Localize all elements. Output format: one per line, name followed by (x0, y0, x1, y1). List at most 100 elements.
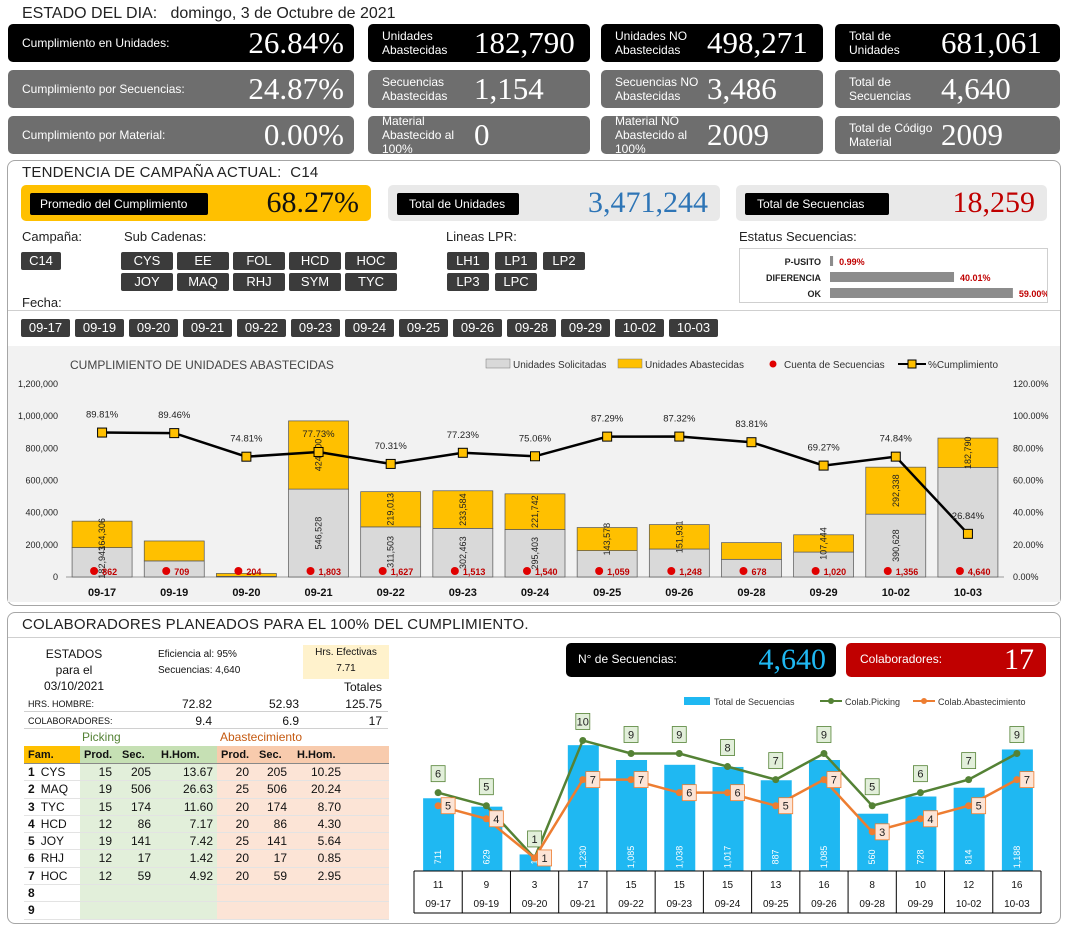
slicer-fecha[interactable]: 10-03 (669, 319, 718, 337)
pct-label: 26.84% (952, 511, 985, 522)
kpi-label: Material NO Abastecido al 100% (615, 114, 688, 156)
slicer-fecha[interactable]: 09-21 (183, 319, 232, 337)
table-row: 9 (24, 902, 389, 920)
fam-name: JOY (40, 834, 65, 849)
seq-label: 709 (174, 567, 189, 577)
pct-marker (962, 528, 973, 539)
slicer-subcadena[interactable]: FOL (233, 252, 285, 270)
slicer-fecha[interactable]: 09-25 (399, 319, 448, 337)
bar-label: 546,528 (314, 517, 324, 550)
colab-label: 5 (483, 782, 489, 794)
fam-num: 1 (28, 765, 35, 779)
table-row: 3 TYC 15 174 11.60 20 174 8.70 (24, 798, 389, 816)
slicer-linea[interactable]: LP2 (543, 252, 585, 270)
seq-dot (162, 567, 171, 575)
slicer-fecha[interactable]: 09-17 (21, 319, 70, 337)
slicer-linea[interactable]: LP1 (495, 252, 537, 270)
summary-label: HRS. HOMBRE: (28, 699, 95, 709)
slicer-subcadena[interactable]: HOC (345, 252, 397, 270)
seq-label: 1,059 (607, 567, 630, 577)
slicer-subcadena[interactable]: TYC (345, 273, 397, 291)
x-tick: 10-03 (1004, 899, 1030, 910)
slicer-linea[interactable]: LH1 (447, 252, 489, 270)
slicer-fecha[interactable]: 09-20 (129, 319, 178, 337)
hrs-value: 7.71 (336, 663, 356, 674)
nseq-label: N° de Secuencias: (578, 652, 677, 666)
pct-label: 77.73% (302, 429, 335, 440)
slicer-subcadena[interactable]: CYS (121, 252, 173, 270)
table-cell (80, 885, 118, 903)
table-header-cell: Fam. (24, 746, 80, 764)
slicer-campana[interactable]: C14 (21, 252, 61, 270)
legend-label: Colab.Picking (845, 697, 900, 707)
pct-marker (890, 451, 901, 462)
slicer-subcadena[interactable]: MAQ (177, 273, 229, 291)
table-header-cell: H.Hom. (157, 746, 217, 764)
slicer-fecha[interactable]: 09-29 (561, 319, 610, 337)
colab-marker (1013, 776, 1021, 784)
slicer-fecha[interactable]: 09-19 (75, 319, 124, 337)
pct-label: 77.23% (447, 430, 480, 441)
fam-num: 6 (28, 851, 35, 866)
fam-cell: 1 CYS (24, 764, 80, 782)
y2-tick: 60.00% (1013, 476, 1044, 486)
colab-label: 5 (783, 801, 789, 813)
eficiencia-value: 95% (216, 649, 237, 660)
trend-title: TENDENCIA DE CAMPAÑA ACTUAL: C14 (22, 164, 318, 181)
fam-name: HOC (40, 868, 68, 883)
colab-label: 6 (734, 788, 740, 800)
colab-marker (482, 815, 490, 823)
fam-num: 9 (28, 903, 35, 918)
units-label: Total de Unidades (397, 193, 519, 215)
y2-tick: 80.00% (1013, 443, 1044, 453)
slicer-fecha[interactable]: 09-23 (291, 319, 340, 337)
campana-label: Campaña: (22, 229, 82, 244)
slicer-fecha[interactable]: 10-02 (615, 319, 664, 337)
colab-marker (579, 736, 587, 744)
legend-label: Cuenta de Secuencias (784, 360, 885, 371)
colab-marker (579, 776, 587, 784)
table-cell: 20 (217, 764, 255, 782)
table-cell: 20 (217, 798, 255, 816)
slicer-fecha[interactable]: 09-24 (345, 319, 394, 337)
slicer-fecha[interactable]: 09-28 (507, 319, 556, 337)
kpi-card: Total de Unidades 681,061 (835, 24, 1060, 62)
kpi-card: Unidades NO Abastecidas 498,271 (601, 24, 823, 62)
table-cell: 506 (118, 781, 157, 799)
kpi-card: Cumplimiento por Material: 0.00% (8, 116, 354, 154)
legend-marker (907, 359, 917, 369)
pct-label: 89.81% (86, 410, 119, 421)
fam-num: 4 (28, 816, 35, 831)
slicer-linea[interactable]: LP3 (447, 273, 489, 291)
pct-marker (746, 437, 757, 448)
slicer-subcadena[interactable]: EE (177, 252, 229, 270)
table-cell: 12 (80, 867, 118, 886)
slicer-linea[interactable]: LPC (495, 273, 537, 291)
slicer-subcadena[interactable]: HCD (289, 252, 341, 270)
slicer-subcadena[interactable]: RHJ (233, 273, 285, 291)
secuencias-value: 4,640 (215, 665, 241, 676)
bar-label: 233,584 (458, 493, 468, 526)
slicer-fecha[interactable]: 09-26 (453, 319, 502, 337)
kpi-value: 26.84% (248, 25, 344, 60)
bar-label: 143,578 (602, 523, 612, 556)
table-header-cell: Sec. (118, 746, 157, 764)
seq-bar-label: 814 (964, 849, 974, 864)
kpi-value: 3,486 (707, 71, 777, 106)
slicer-fecha[interactable]: 09-22 (237, 319, 286, 337)
slicer-subcadena[interactable]: SYM (289, 273, 341, 291)
x-tick: 10-02 (882, 587, 910, 599)
seq-bar-label: 711 (433, 850, 443, 864)
summary-row: COLABORADORES: 9.4 6.9 17 (24, 713, 388, 729)
x-tick: 09-25 (763, 899, 789, 910)
kpi-label: Cumplimiento en Unidades: (22, 36, 170, 50)
slicer-subcadena[interactable]: JOY (121, 273, 173, 291)
bar-abastecidas (721, 542, 782, 560)
fam-cell: 7 HOC (24, 867, 80, 886)
bar-label: 221,742 (530, 495, 540, 528)
kpi-card: Material NO Abastecido al 100% 2009 (601, 114, 823, 156)
axis-table-value: 15 (722, 880, 734, 891)
fam-num: 5 (28, 834, 35, 849)
avg-card: Promedio del Cumplimiento 68.27% (21, 185, 371, 221)
table-cell: 20 (217, 867, 255, 886)
